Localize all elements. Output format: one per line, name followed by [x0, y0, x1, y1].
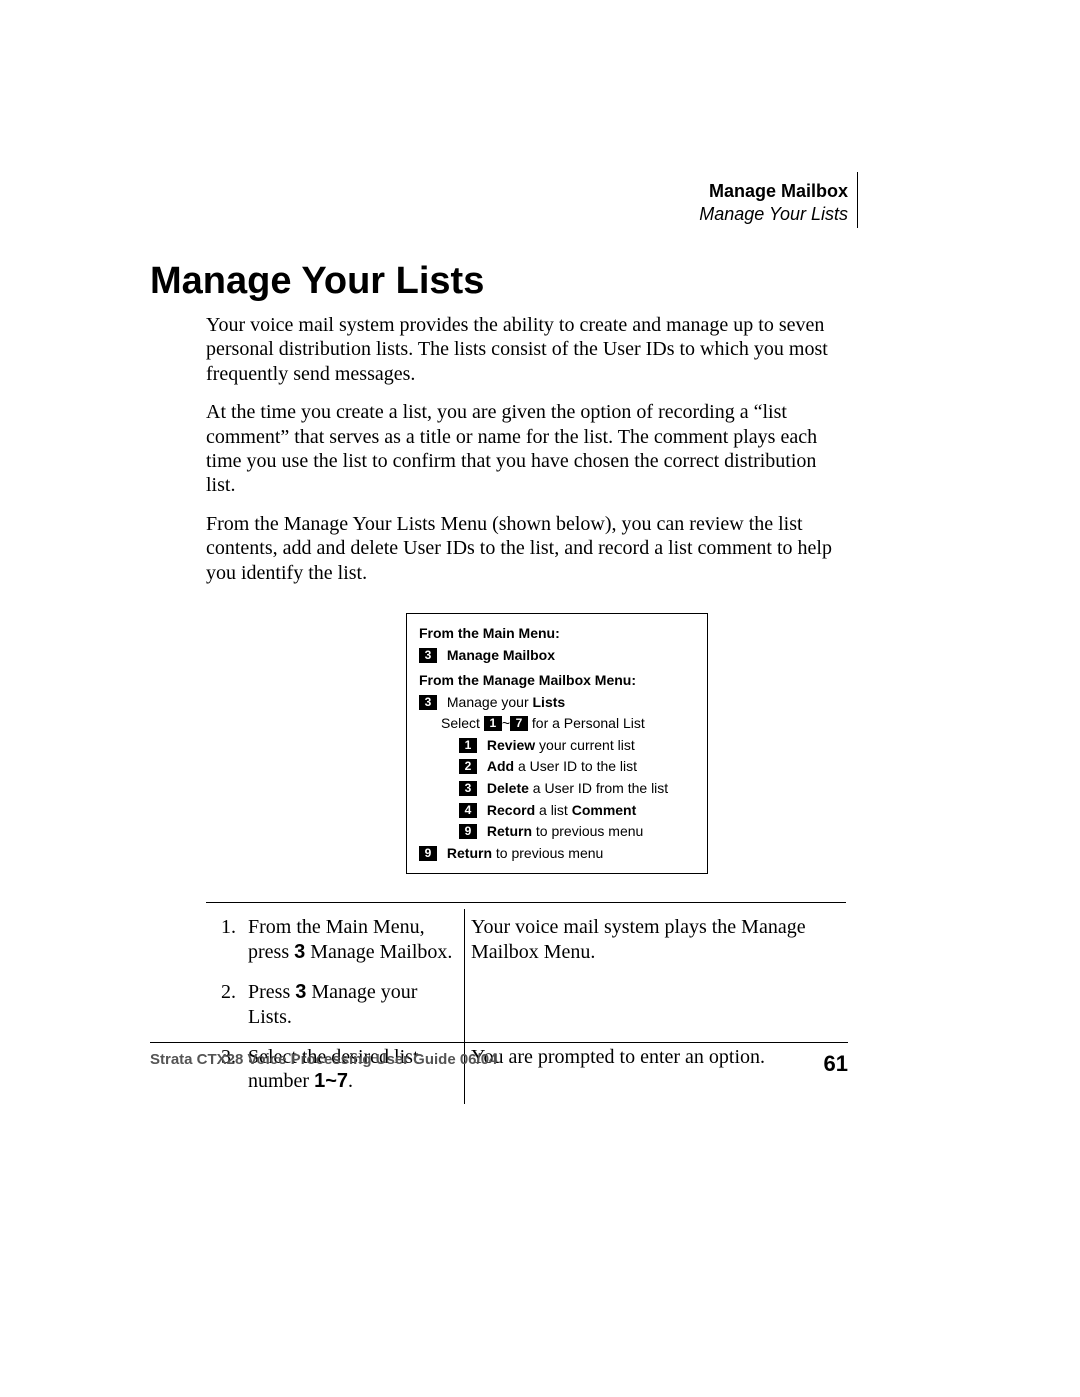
keycap-9-icon: 9: [419, 846, 437, 861]
menu-text: for a Personal List: [528, 715, 645, 731]
step-key: 3: [294, 941, 305, 963]
footer-rule: [150, 1042, 848, 1043]
menu-text: to previous menu: [532, 823, 643, 839]
menu-text-bold: Return: [487, 823, 532, 839]
step-action: From the Main Menu, press 3 Manage Mailb…: [242, 909, 465, 974]
menu-text-bold: Record: [487, 802, 535, 818]
step-action: Press 3 Manage your Lists.: [242, 974, 465, 1039]
footer-title: Strata CTX28 Voice Processing User Guide…: [150, 1051, 497, 1068]
section-label: Manage Your Lists: [699, 203, 848, 226]
paragraph-1: Your voice mail system provides the abil…: [206, 313, 846, 386]
menu-head-mailbox: From the Manage Mailbox Menu:: [419, 671, 695, 691]
menu-item-manage-mailbox: 3 Manage Mailbox: [419, 646, 695, 666]
keycap-3-icon: 3: [459, 781, 477, 796]
menu-text: a User ID from the list: [529, 780, 668, 796]
menu-label: Manage Mailbox: [447, 647, 555, 663]
menu-text: a User ID to the list: [514, 758, 637, 774]
menu-text-bold: Return: [447, 845, 492, 861]
menu-text: Manage your: [447, 694, 533, 710]
menu-select-range: Select 1~7 for a Personal List: [441, 714, 695, 734]
menu-text-bold: Delete: [487, 780, 529, 796]
keycap-3-icon: 3: [419, 695, 437, 710]
chapter-label: Manage Mailbox: [699, 180, 848, 203]
menu-text-bold: Comment: [572, 802, 637, 818]
keycap-3-icon: 3: [419, 648, 437, 663]
page-footer: Strata CTX28 Voice Processing User Guide…: [150, 1051, 848, 1077]
steps-divider: [206, 902, 846, 903]
menu-text: Select: [441, 715, 484, 731]
step-result: [465, 974, 827, 1039]
menu-item-manage-lists: 3 Manage your Lists: [419, 693, 695, 713]
menu-text: to previous menu: [492, 845, 603, 861]
step-result: Your voice mail system plays the Manage …: [465, 909, 827, 974]
menu-option-review: 1 Review your current list: [459, 736, 695, 756]
menu-box: From the Main Menu: 3 Manage Mailbox Fro…: [406, 613, 708, 875]
running-header: Manage Mailbox Manage Your Lists: [699, 180, 848, 225]
paragraph-2: At the time you create a list, you are g…: [206, 400, 846, 498]
menu-text-bold: Lists: [533, 694, 566, 710]
menu-option-add: 2 Add a User ID to the list: [459, 757, 695, 777]
table-row: 1. From the Main Menu, press 3 Manage Ma…: [206, 909, 826, 974]
menu-text: a list: [535, 802, 572, 818]
keycap-2-icon: 2: [459, 759, 477, 774]
keycap-4-icon: 4: [459, 803, 477, 818]
step-text: Manage Mailbox.: [305, 941, 452, 963]
menu-text-bold: Review: [487, 737, 535, 753]
menu-option-record: 4 Record a list Comment: [459, 801, 695, 821]
menu-option-return-outer: 9 Return to previous menu: [419, 844, 695, 864]
header-rule: [857, 172, 858, 228]
paragraph-3: From the Manage Your Lists Menu (shown b…: [206, 512, 846, 585]
keycap-7-icon: 7: [510, 716, 528, 731]
keycap-9-icon: 9: [459, 824, 477, 839]
keycap-1-icon: 1: [484, 716, 502, 731]
step-index: 2.: [206, 974, 242, 1039]
menu-text: ~: [502, 715, 510, 731]
step-index: 1.: [206, 909, 242, 974]
document-page: Manage Mailbox Manage Your Lists Manage …: [0, 0, 1080, 1397]
menu-text: your current list: [535, 737, 635, 753]
menu-head-main: From the Main Menu:: [419, 624, 695, 644]
menu-text-bold: Add: [487, 758, 514, 774]
page-title: Manage Your Lists: [150, 260, 940, 303]
step-text: Press: [248, 981, 295, 1003]
step-key: 3: [295, 981, 306, 1003]
menu-option-delete: 3 Delete a User ID from the list: [459, 779, 695, 799]
page-number: 61: [824, 1051, 848, 1077]
keycap-1-icon: 1: [459, 738, 477, 753]
table-row: 2. Press 3 Manage your Lists.: [206, 974, 826, 1039]
menu-option-return-inner: 9 Return to previous menu: [459, 822, 695, 842]
body-text: Your voice mail system provides the abil…: [206, 313, 846, 1104]
